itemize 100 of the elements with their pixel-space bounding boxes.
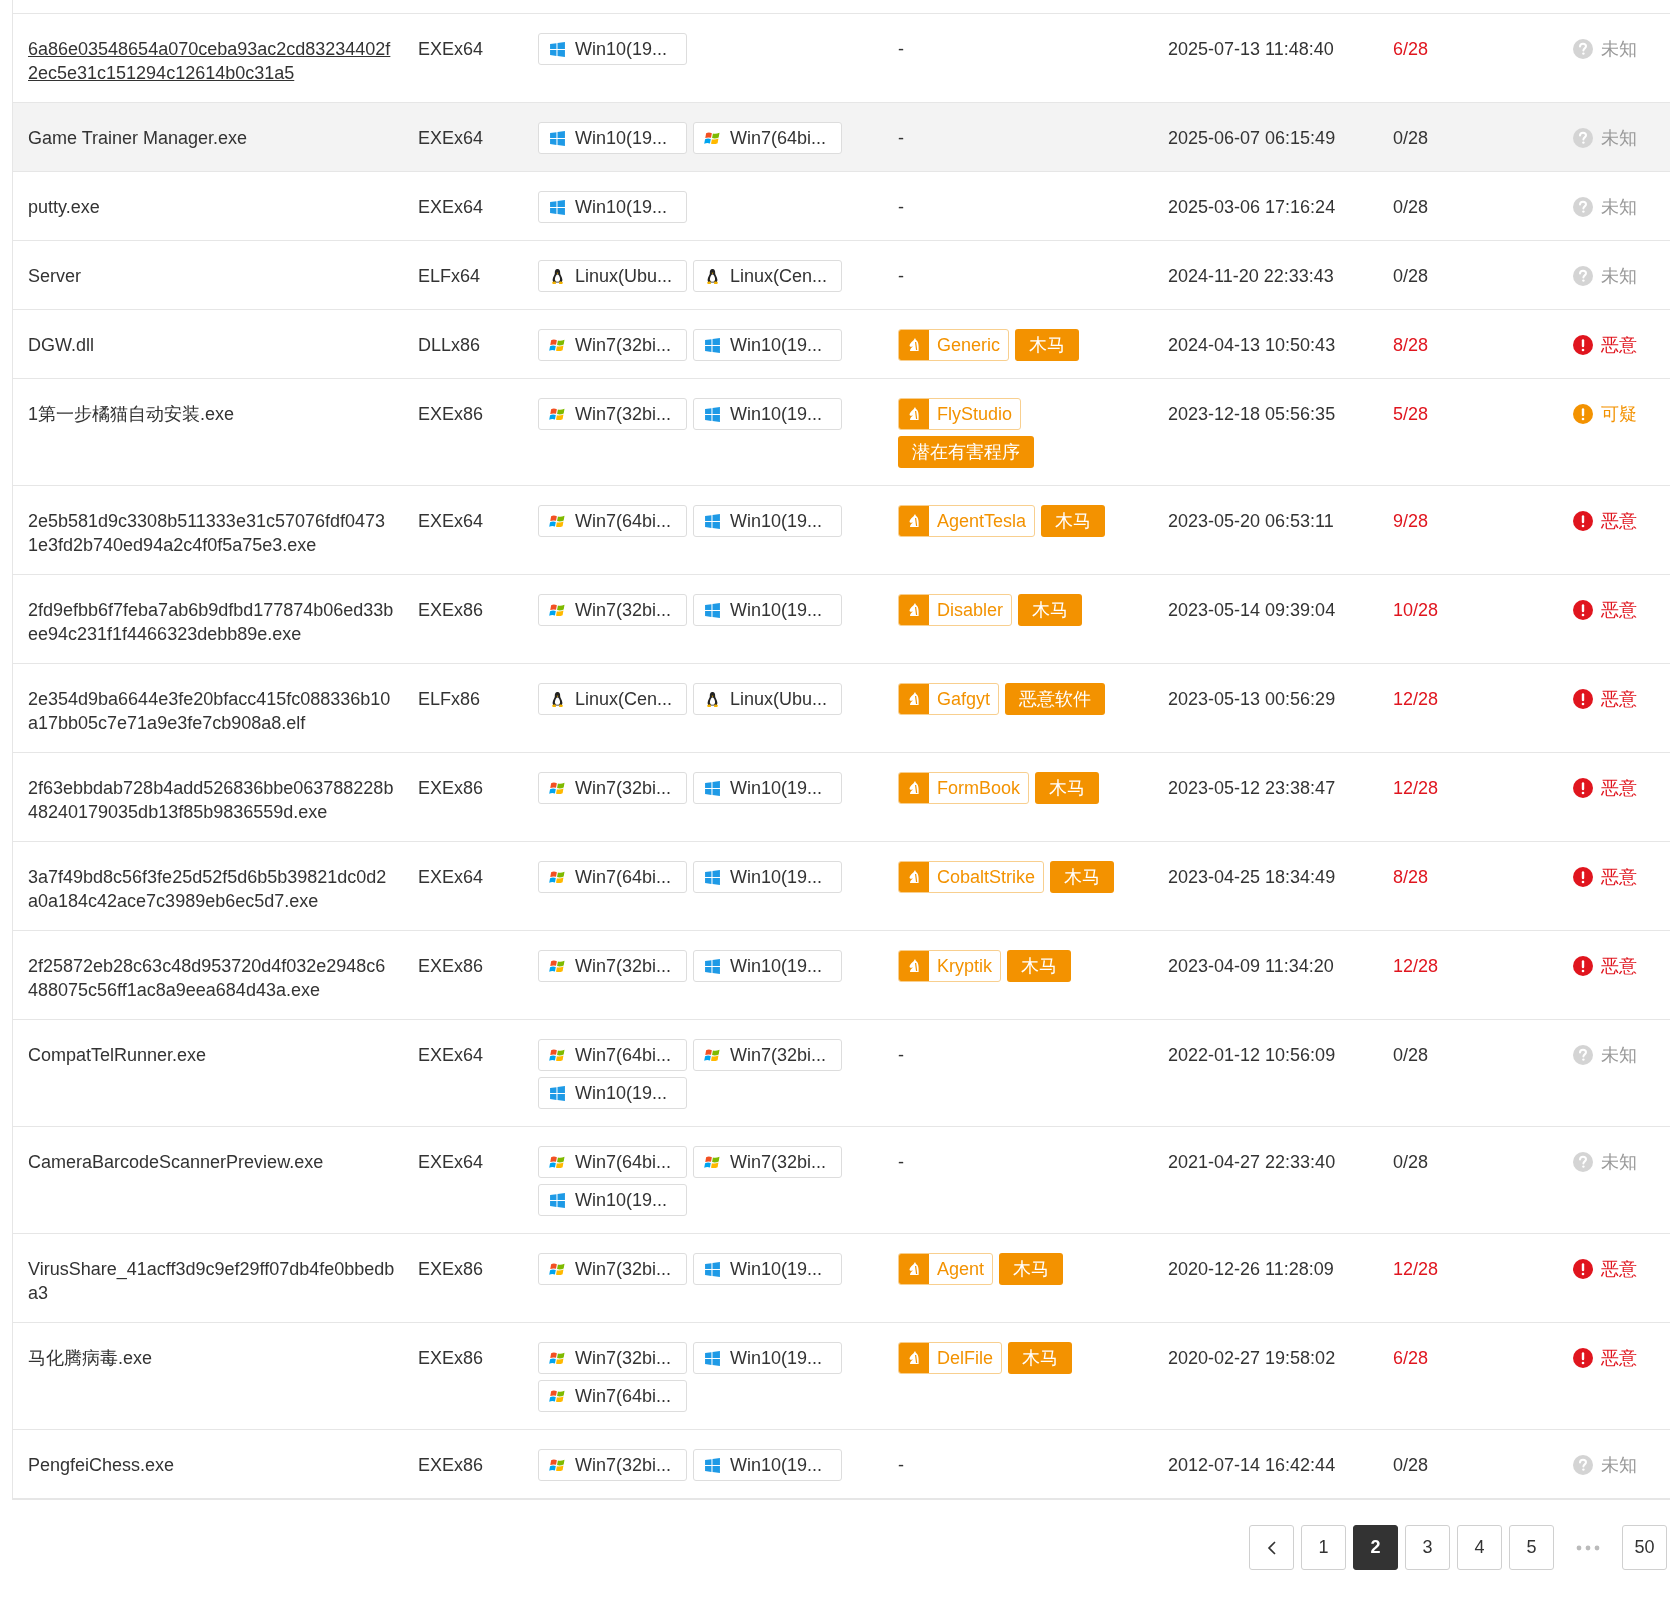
file-name[interactable]: 2f63ebbdab728b4add526836bbe063788228b48240179035db13f85b9836559d.exe: [28, 776, 395, 824]
chevron-left-icon: [1265, 1539, 1278, 1556]
empty-value: -: [898, 38, 904, 61]
file-name[interactable]: 6a86e03548654a070ceba93ac2cd83234402f2ec5e31c151294c12614b0c31a5: [28, 37, 395, 85]
detection-score: 12/28: [1393, 778, 1439, 798]
windows-logo-icon: [704, 868, 721, 886]
file-name[interactable]: Server: [28, 264, 395, 288]
previous-page-button[interactable]: [1249, 1525, 1294, 1570]
date-text: 2021-04-27 22:33:40: [1168, 1152, 1336, 1172]
windows-logo-icon: [704, 601, 721, 619]
page-button[interactable]: 5: [1509, 1525, 1554, 1570]
environment-chip: Win7(32bi...: [693, 1039, 842, 1071]
penguin-icon: [549, 690, 566, 708]
file-type: EXEx86: [418, 956, 484, 976]
date-text: 2012-07-14 16:42:44: [1168, 1455, 1336, 1475]
category-tag: 恶意软件: [1005, 683, 1106, 715]
date-text: 2024-04-13 10:50:43: [1168, 335, 1336, 355]
detection-score: 0/28: [1393, 1455, 1429, 1475]
file-name[interactable]: PengfeiChess.exe: [28, 1453, 395, 1477]
windows-logo-icon: [704, 1456, 721, 1474]
date-text: 2025-06-07 06:15:49: [1168, 128, 1336, 148]
date-text: 2025-03-06 17:16:24: [1168, 197, 1336, 217]
file-name[interactable]: 2e5b581d9c3308b511333e31c57076fdf04731e3fd2b740ed94a2c4f0f5a75e3.exe: [28, 509, 395, 557]
file-type: EXEx64: [418, 511, 484, 531]
penguin-icon: [704, 267, 721, 285]
category-tag: 木马: [999, 1253, 1064, 1285]
file-type: EXEx86: [418, 404, 484, 424]
windows-logo-icon: [704, 512, 721, 530]
windows-logo-icon: [549, 40, 566, 58]
file-name[interactable]: DGW.dll: [28, 333, 395, 357]
file-name[interactable]: Game Trainer Manager.exe: [28, 126, 395, 150]
detection-score: 0/28: [1393, 197, 1429, 217]
file-name[interactable]: 3a7f49bd8c56f3fe25d52f5d6b5b39821dc0d2a0a184c42ace7c3989eb6ec5d7.exe: [28, 865, 395, 913]
file-name[interactable]: 1第一步橘猫自动安装.exe: [28, 402, 395, 426]
file-type: EXEx64: [418, 197, 484, 217]
verdict-label: 可疑: [1601, 403, 1637, 426]
category-tag: 木马: [1007, 950, 1071, 982]
verdict-label: 未知: [1601, 38, 1637, 61]
empty-value: -: [898, 1454, 904, 1477]
file-name[interactable]: 2fd9efbb6f7feba7ab6b9dfbd177874b06ed33bee94c231f1f4466323debb89e.exe: [28, 598, 395, 646]
family-tag: FormBook: [898, 772, 1030, 804]
environment-chip: Win7(64bi...: [538, 861, 687, 893]
page-button[interactable]: 2: [1353, 1525, 1398, 1570]
date-text: 2020-12-26 11:28:09: [1168, 1259, 1334, 1279]
date-text: 2023-05-20 06:53:11: [1168, 511, 1334, 531]
detection-score: 8/28: [1393, 867, 1429, 887]
windows-logo-icon: [704, 336, 721, 354]
page-button[interactable]: 50: [1622, 1525, 1667, 1570]
windows-logo-icon: [704, 1260, 721, 1278]
detection-score: 8/28: [1393, 335, 1429, 355]
environment-chip: Win7(32bi...: [538, 950, 687, 982]
empty-value: -: [898, 265, 904, 288]
penguin-icon: [704, 690, 721, 708]
date-text: 2023-04-09 11:34:20: [1168, 956, 1334, 976]
windows-logo-icon: [704, 957, 721, 975]
file-name[interactable]: putty.exe: [28, 195, 395, 219]
environment-chip: Win7(64bi...: [693, 122, 842, 154]
category-tag: 潜在有害程序: [898, 436, 1034, 468]
environment-chip: Win10(19...: [538, 191, 687, 223]
windows-logo-icon: [549, 129, 566, 147]
verdict-label: 恶意: [1601, 777, 1637, 800]
penguin-icon: [549, 267, 566, 285]
ellipsis-icon[interactable]: [1576, 1544, 1600, 1551]
verdict-label: 未知: [1601, 265, 1637, 288]
windows-logo-icon: [549, 1191, 566, 1209]
detection-score: 0/28: [1393, 1045, 1429, 1065]
file-type: EXEx86: [418, 1259, 484, 1279]
environment-chip: Win10(19...: [693, 1449, 842, 1481]
file-name[interactable]: CompatTelRunner.exe: [28, 1043, 395, 1067]
windows-logo-icon: [704, 405, 721, 423]
file-name[interactable]: 马化腾病毒.exe: [28, 1346, 395, 1370]
page-button[interactable]: 3: [1405, 1525, 1450, 1570]
environment-chip: Win7(32bi...: [538, 329, 687, 361]
family-tag: FlyStudio: [898, 398, 1022, 430]
environment-chip: Win10(19...: [693, 594, 842, 626]
verdict-label: 恶意: [1601, 866, 1637, 889]
empty-value: -: [898, 1151, 904, 1174]
page-button[interactable]: 4: [1457, 1525, 1502, 1570]
date-text: 2023-05-12 23:38:47: [1168, 778, 1336, 798]
file-type: EXEx64: [418, 867, 484, 887]
category-tag: 木马: [1018, 594, 1083, 626]
detection-score: 0/28: [1393, 1152, 1429, 1172]
file-name[interactable]: VirusShare_41acff3d9c9ef29ff07db4fe0bbedba3: [28, 1257, 395, 1305]
verdict-label: 未知: [1601, 1044, 1637, 1067]
file-type: EXEx64: [418, 1045, 484, 1065]
family-tag: Gafgyt: [898, 683, 1000, 715]
page-button[interactable]: 1: [1301, 1525, 1346, 1570]
environment-chip: Linux(Cen...: [693, 260, 842, 292]
file-name[interactable]: 2f25872eb28c63c48d953720d4f032e2948c6488075c56ff1ac8a9eea684d43a.exe: [28, 954, 395, 1002]
file-type: EXEx64: [418, 39, 484, 59]
file-type: EXEx64: [418, 1152, 484, 1172]
file-name[interactable]: CameraBarcodeScannerPreview.exe: [28, 1150, 395, 1174]
category-tag: 木马: [1015, 329, 1080, 361]
family-tag: Agent: [898, 1253, 994, 1285]
file-type: EXEx86: [418, 1455, 484, 1475]
date-text: 2023-05-14 09:39:04: [1168, 600, 1336, 620]
file-name[interactable]: 2e354d9ba6644e3fe20bfacc415fc088336b10a17bb05c7e71a9e3fe7cb908a8.elf: [28, 687, 395, 735]
environment-chip: Win7(64bi...: [538, 505, 687, 537]
environment-chip: Win10(19...: [693, 398, 842, 430]
environment-chip: Win10(19...: [538, 1077, 687, 1109]
